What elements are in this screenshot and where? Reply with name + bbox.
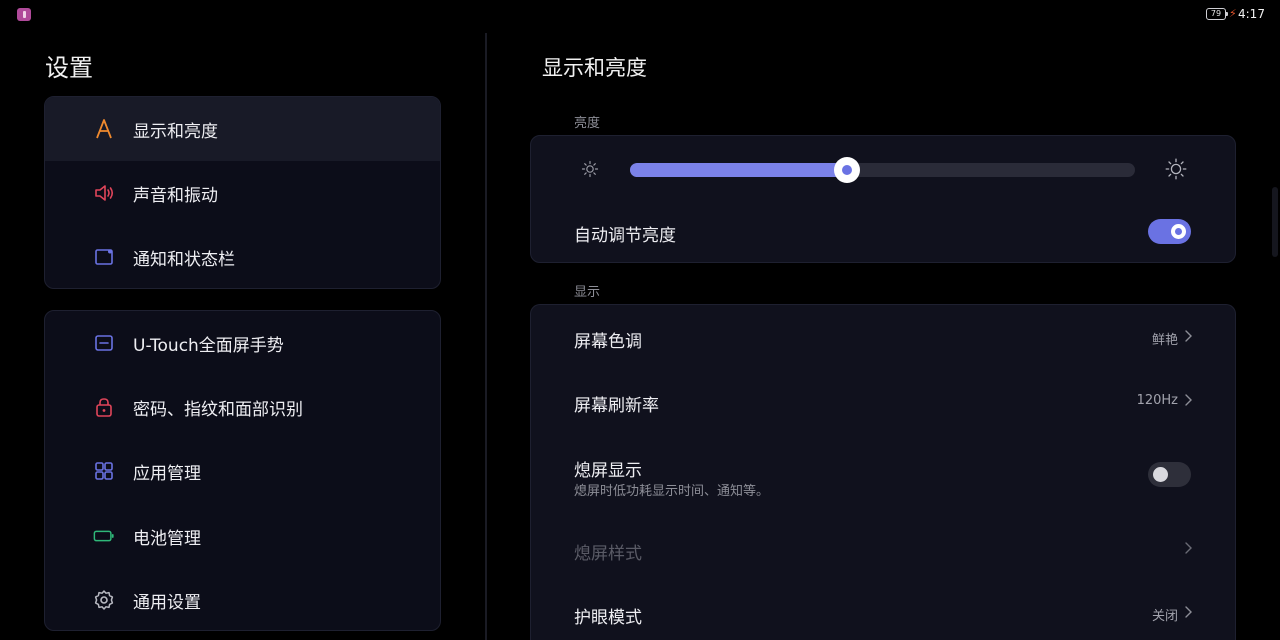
gesture-icon [93,332,115,354]
brightness-slider-thumb[interactable] [834,157,861,183]
aod-description: 熄屏时低功耗显示时间、通知等。 [574,484,770,499]
aod-style-label: 熄屏样式 [574,544,642,564]
apps-grid-icon [93,460,115,482]
eye-protection-label: 护眼模式 [574,608,642,628]
sidebar-item-label: 通用设置 [133,592,201,613]
battery-indicator: 79 [1206,8,1228,20]
sidebar-item-display-brightness[interactable]: 显示和亮度 [45,97,440,161]
sidebar-title: 设置 [45,54,93,82]
settings-screen: 79 ⚡ 4:17 设置 显示和亮度 声音和振动 通知和状态栏 U-Touch全… [0,0,1280,640]
chevron-right-icon [1185,542,1192,554]
screen-tone-value: 鲜艳 [1151,333,1178,348]
sidebar-group-2: U-Touch全面屏手势 密码、指纹和面部识别 应用管理 电池管理 通用设置 [44,310,441,631]
sidebar-item-label: U-Touch全面屏手势 [133,335,284,356]
refresh-rate-label: 屏幕刷新率 [574,396,659,416]
chevron-right-icon [1185,330,1192,342]
brightness-slider-fill [630,163,848,177]
brightness-section-label: 亮度 [574,116,601,131]
chevron-right-icon [1185,394,1192,406]
status-clock: 4:17 [1238,7,1265,21]
side-edge-handle[interactable] [1272,187,1278,257]
eye-protection-value: 关闭 [1151,609,1178,624]
sidebar-item-label: 密码、指纹和面部识别 [133,399,303,420]
refresh-rate-value: 120Hz [1136,393,1178,408]
sidebar-item-label: 电池管理 [133,528,201,549]
sidebar-item-notifications[interactable]: 通知和状态栏 [45,225,440,288]
notification-icon [93,246,115,268]
sidebar-item-password-biometrics[interactable]: 密码、指纹和面部识别 [45,375,440,439]
sidebar-item-label: 声音和振动 [133,185,218,206]
sidebar-item-app-management[interactable]: 应用管理 [45,439,440,503]
lock-icon [93,396,115,418]
aod-label: 熄屏显示 [574,461,642,481]
auto-brightness-toggle[interactable] [1148,219,1191,244]
sidebar-item-label: 显示和亮度 [133,121,218,142]
sidebar-item-general-settings[interactable]: 通用设置 [45,568,440,630]
status-bar: 79 ⚡ 4:17 [0,0,1280,30]
display-section-label: 显示 [574,285,601,300]
sidebar-item-battery-management[interactable]: 电池管理 [45,504,440,568]
display-a-icon [93,118,115,140]
sidebar-item-label: 应用管理 [133,463,201,484]
pane-divider [485,33,487,640]
charging-bolt-icon: ⚡ [1229,7,1237,20]
brightness-high-icon [1165,158,1187,180]
screen-tone-label: 屏幕色调 [574,332,642,352]
chevron-right-icon [1185,606,1192,618]
speaker-icon [93,182,115,204]
sidebar-item-sound-vibration[interactable]: 声音和振动 [45,161,440,225]
notification-app-icon [17,8,31,21]
gear-icon [93,589,115,611]
battery-icon [93,525,115,547]
page-title: 显示和亮度 [542,56,647,80]
sidebar-item-utouch-gestures[interactable]: U-Touch全面屏手势 [45,311,440,375]
auto-brightness-label: 自动调节亮度 [574,226,676,246]
aod-toggle[interactable] [1148,462,1191,487]
brightness-slider[interactable] [630,157,1135,183]
sidebar-item-label: 通知和状态栏 [133,249,235,270]
sidebar-group-1: 显示和亮度 声音和振动 通知和状态栏 [44,96,441,289]
brightness-low-icon [581,160,599,178]
